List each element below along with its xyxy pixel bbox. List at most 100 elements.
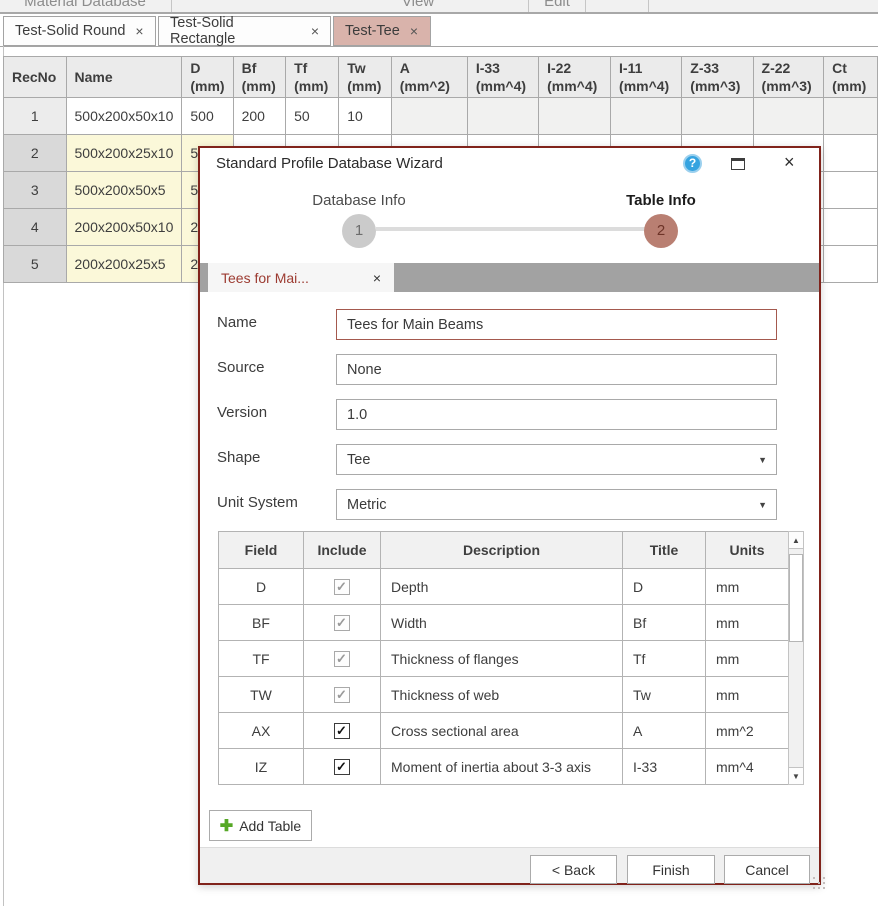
recno-cell[interactable]: 3 (4, 172, 67, 209)
units-cell[interactable]: mm (706, 605, 789, 641)
plus-icon: ✚ (220, 816, 233, 836)
grid-cell[interactable] (467, 98, 538, 135)
title-cell[interactable]: Tf (623, 641, 706, 677)
description-cell[interactable]: Moment of inertia about 3-3 axis (381, 749, 623, 785)
grid-cell[interactable]: 50 (286, 98, 339, 135)
grid-cell[interactable] (824, 98, 878, 135)
source-field[interactable]: None (336, 354, 777, 385)
grid-cell[interactable]: 200 (233, 98, 285, 135)
checkbox-checked-icon[interactable] (334, 615, 350, 631)
close-icon[interactable]: × (410, 23, 418, 39)
unit-system-select[interactable]: Metric ▼ (336, 489, 777, 520)
shape-label: Shape (217, 449, 260, 469)
step-circle-2[interactable]: 2 (644, 214, 678, 248)
column-header-ct: Ct(mm) (824, 57, 878, 98)
name-cell[interactable]: 500x200x25x10 (66, 135, 182, 172)
name-cell[interactable]: 200x200x50x10 (66, 209, 182, 246)
ribbon-group-material-database[interactable]: Material Database (10, 0, 160, 13)
title-cell[interactable]: D (623, 569, 706, 605)
description-cell[interactable]: Thickness of flanges (381, 641, 623, 677)
wizard-dialog: Standard Profile Database Wizard ? × Dat… (198, 146, 821, 885)
column-header-z33: Z-33(mm^3) (682, 57, 753, 98)
grid-cell[interactable] (611, 98, 682, 135)
tab-test-tee[interactable]: Test-Tee × (333, 16, 431, 46)
units-cell[interactable]: mm^4 (706, 749, 789, 785)
scroll-up-icon[interactable]: ▲ (789, 532, 803, 549)
field-name-cell: TF (219, 641, 304, 677)
maximize-icon[interactable] (731, 158, 745, 170)
chevron-down-icon[interactable]: ▼ (758, 455, 767, 465)
dialog-title-bar[interactable]: Standard Profile Database Wizard ? × (200, 148, 819, 180)
units-cell[interactable]: mm (706, 569, 789, 605)
name-cell[interactable]: 500x200x50x5 (66, 172, 182, 209)
name-field[interactable]: Tees for Main Beams (336, 309, 777, 340)
close-icon[interactable]: × (135, 23, 143, 39)
close-icon[interactable]: × (373, 270, 381, 286)
checkbox-checked-icon[interactable] (334, 651, 350, 667)
cancel-button[interactable]: Cancel (724, 855, 810, 884)
finish-button[interactable]: Finish (627, 855, 715, 884)
description-cell[interactable]: Thickness of web (381, 677, 623, 713)
checkbox-checked-icon[interactable] (334, 687, 350, 703)
checkbox-checked-icon[interactable] (334, 723, 350, 739)
dialog-tab-tees[interactable]: Tees for Mai... × (208, 263, 394, 292)
scroll-down-icon[interactable]: ▼ (789, 767, 803, 784)
resize-grip[interactable] (813, 877, 815, 879)
units-cell[interactable]: mm (706, 641, 789, 677)
tab-test-solid-round[interactable]: Test-Solid Round × (3, 16, 156, 46)
dialog-tab-label: Tees for Mai... (221, 270, 309, 286)
chevron-down-icon[interactable]: ▼ (758, 500, 767, 510)
grid-header-row: RecNo Name D(mm) Bf(mm) Tf(mm) Tw(mm) A(… (4, 57, 878, 98)
checkbox-checked-icon[interactable] (334, 579, 350, 595)
back-button[interactable]: < Back (530, 855, 617, 884)
include-cell (304, 605, 381, 641)
title-cell[interactable]: A (623, 713, 706, 749)
version-field[interactable]: 1.0 (336, 399, 777, 430)
grid-cell[interactable]: 500 (182, 98, 233, 135)
shape-select[interactable]: Tee ▼ (336, 444, 777, 475)
field-name-cell: D (219, 569, 304, 605)
close-icon[interactable]: × (311, 23, 319, 39)
ribbon-group-edit[interactable]: Edit (529, 0, 585, 13)
grid-cell[interactable] (682, 98, 753, 135)
recno-cell[interactable]: 2 (4, 135, 67, 172)
grid-cell[interactable] (391, 98, 467, 135)
include-cell (304, 569, 381, 605)
field-table-scrollbar[interactable]: ▲ ▼ (788, 531, 804, 785)
title-cell[interactable]: Bf (623, 605, 706, 641)
tab-test-solid-rectangle[interactable]: Test-Solid Rectangle × (158, 16, 331, 46)
grid-cell[interactable] (824, 209, 878, 246)
units-cell[interactable]: mm^2 (706, 713, 789, 749)
column-header-a: A(mm^2) (391, 57, 467, 98)
recno-cell[interactable]: 5 (4, 246, 67, 283)
close-icon[interactable]: × (784, 152, 795, 173)
grid-cell[interactable] (824, 172, 878, 209)
grid-cell[interactable] (539, 98, 611, 135)
title-cell[interactable]: Tw (623, 677, 706, 713)
add-table-button[interactable]: ✚ Add Table (209, 810, 312, 841)
recno-cell[interactable]: 1 (4, 98, 67, 135)
grid-cell[interactable] (824, 246, 878, 283)
description-cell[interactable]: Depth (381, 569, 623, 605)
dialog-tab-strip: Tees for Mai... × (200, 263, 819, 292)
grid-cell[interactable] (753, 98, 824, 135)
unit-system-label: Unit System (217, 494, 298, 514)
grid-cell[interactable] (824, 135, 878, 172)
name-cell[interactable]: 500x200x50x10 (66, 98, 182, 135)
ribbon-group-view[interactable]: View (368, 0, 468, 13)
name-value: Tees for Main Beams (347, 317, 483, 333)
description-cell[interactable]: Cross sectional area (381, 713, 623, 749)
tab-label: Test-Tee (345, 23, 400, 39)
name-cell[interactable]: 200x200x25x5 (66, 246, 182, 283)
recno-cell[interactable]: 4 (4, 209, 67, 246)
description-cell[interactable]: Width (381, 605, 623, 641)
step-circle-1[interactable]: 1 (342, 214, 376, 248)
column-header-i22: I-22(mm^4) (539, 57, 611, 98)
units-cell[interactable]: mm (706, 677, 789, 713)
column-header-recno: RecNo (4, 57, 67, 98)
grid-cell[interactable]: 10 (339, 98, 391, 135)
scrollbar-thumb[interactable] (789, 554, 803, 642)
help-icon[interactable]: ? (683, 154, 702, 173)
title-cell[interactable]: I-33 (623, 749, 706, 785)
checkbox-checked-icon[interactable] (334, 759, 350, 775)
